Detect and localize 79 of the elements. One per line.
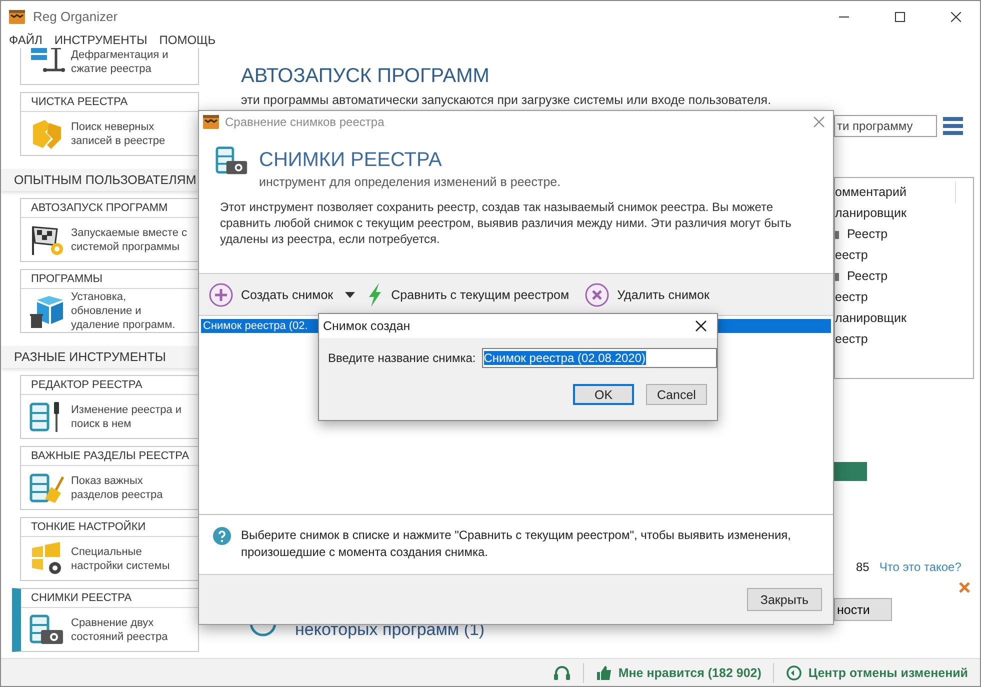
field-label: Введите название снимка: xyxy=(328,351,476,365)
dialog-subheading: инструмент для определения изменений в реестре. xyxy=(259,175,561,189)
card-description: Изменение реестра и поиск в нем xyxy=(71,402,183,430)
card-title: ЧИСТКА РЕЕСТРА xyxy=(31,96,128,108)
sidebar-card[interactable]: АВТОЗАПУСК ПРОГРАММ Запускаемые вместе с системой программы xyxy=(20,198,199,262)
delete-icon xyxy=(585,282,610,306)
details-button[interactable]: ности xyxy=(834,598,892,621)
card-title: ВАЖНЫЕ РАЗДЕЛЫ РЕЕСТРА xyxy=(31,450,190,462)
sidebar-card[interactable]: ПРОГРАММЫ Установка, обновление и удаление программ. xyxy=(20,269,199,333)
help-icon xyxy=(213,527,231,545)
close-icon[interactable] xyxy=(951,12,961,22)
list-item[interactable]: Реестр xyxy=(847,269,888,283)
toolbar-button[interactable]: Создать снимок xyxy=(205,282,338,306)
card-description: Специальные настройки системы xyxy=(71,544,171,572)
card-description: Установка, обновление и удаление программ. xyxy=(71,290,176,332)
dialog-button[interactable]: OK xyxy=(573,384,634,405)
sidebar-card[interactable]: РЕДАКТОР РЕЕСТРА Изменение реестра и поиск в нем xyxy=(20,375,199,439)
list-item[interactable]: еестр xyxy=(835,332,868,346)
card-description: Запускаемые вместе с системой программы xyxy=(71,226,188,254)
value-text: 85 xyxy=(856,560,870,574)
undo-icon xyxy=(786,664,802,680)
help-link[interactable]: Что это такое? xyxy=(879,560,962,574)
card-description: Показ важных разделов реестра xyxy=(71,474,164,502)
dialog-heading: СНИМКИ РЕЕСТРА xyxy=(259,149,443,172)
dialog-title: Сравнение снимков реестра xyxy=(225,115,384,129)
hint-text: Выберите снимок в списке и нажмите "Сравнить с текущим реестром", чтобы выявить изменения, произошедшие с момента создания снимка. xyxy=(241,527,791,561)
sidebar-card[interactable]: ВАЖНЫЕ РАЗДЕЛЫ РЕЕСТРА Показ важных разделов реестра xyxy=(20,446,199,510)
list-item[interactable]: Реестр xyxy=(847,227,888,241)
sidebar-card[interactable]: ТОНКИЕ НАСТРОЙКИ Специальные настройки системы xyxy=(20,517,199,581)
window-title: Reg Organizer xyxy=(33,9,118,24)
headset-icon[interactable] xyxy=(553,664,572,680)
section-header[interactable]: ОПЫТНЫМ ПОЛЬЗОВАТЕЛЯМ xyxy=(1,169,199,191)
list-item[interactable]: ланировщик xyxy=(835,206,906,220)
page-title: АВТОЗАПУСК ПРОГРАММ xyxy=(241,65,490,88)
card-description: Поиск неверных записей в реестре xyxy=(71,120,166,148)
menu-item[interactable]: ПОМОЩЬ xyxy=(159,33,216,47)
package-icon xyxy=(29,294,65,328)
meter-bar xyxy=(834,462,867,481)
add-icon xyxy=(209,282,233,306)
menu-item[interactable]: ФАЙЛ xyxy=(9,33,42,47)
sidebar-card[interactable]: Дефрагментация и сжатие реестра xyxy=(20,48,199,85)
card-title: РЕДАКТОР РЕЕСТРА xyxy=(31,379,142,391)
card-title: АВТОЗАПУСК ПРОГРАММ xyxy=(31,202,168,214)
card-title: ТОНКИЕ НАСТРОЙКИ xyxy=(31,521,146,533)
card-title: СНИМКИ РЕЕСТРА xyxy=(31,592,132,604)
lightning-icon xyxy=(367,282,384,306)
dialog-title: Снимок создан xyxy=(323,319,410,333)
dialog-description: Этот инструмент позволяет сохранить реестр, создав так называемый снимок реестра. Вы можете сравнить любой снимок с текущим реестром, выявив различия между ними. Эти различия могут быть удалены из реестра, если потребуется. xyxy=(220,200,792,246)
page-subtitle: эти программы автоматически запускаются при загрузке системы или входе пользователя. xyxy=(241,93,772,107)
column-header[interactable]: омментарий xyxy=(835,182,956,203)
name-field[interactable]: Снимок реестра (02.08.2020) xyxy=(482,348,717,368)
cabinet-camera-icon xyxy=(215,145,249,177)
dialog-app-icon xyxy=(203,115,219,129)
list-item[interactable]: еестр xyxy=(835,290,868,304)
cabinet-camera-icon xyxy=(29,612,65,646)
section-header[interactable]: РАЗНЫЕ ИНСТРУМЕНТЫ xyxy=(1,346,199,368)
caret-icon[interactable] xyxy=(345,292,356,298)
list-item[interactable]: ланировщик xyxy=(835,311,906,325)
menu-item[interactable]: ИНСТРУМЕНТЫ xyxy=(54,33,148,47)
card-title: ПРОГРАММЫ xyxy=(31,273,103,285)
list-item[interactable]: еестр xyxy=(835,248,868,262)
maximize-icon[interactable] xyxy=(895,12,905,22)
item-icon xyxy=(835,230,839,239)
thumbs-up-icon xyxy=(596,664,612,680)
item-icon xyxy=(835,272,839,281)
dialog-button[interactable]: Cancel xyxy=(646,384,707,405)
app-icon xyxy=(9,10,25,24)
like-link[interactable]: Мне нравится (182 902) xyxy=(618,666,762,680)
search-field[interactable]: ти программу xyxy=(834,115,937,137)
sidebar-card[interactable]: СНИМКИ РЕЕСТРА Сравнение двух состояний реестра xyxy=(12,588,199,652)
toolbar-button[interactable]: Удалить снимок xyxy=(581,282,714,306)
close-dialog-button[interactable]: Закрыть xyxy=(747,588,822,611)
undo-center-link[interactable]: Центр отмены изменений xyxy=(808,666,968,680)
card-description: Сравнение двух состояний реестра xyxy=(71,616,169,644)
sidebar-card[interactable]: ЧИСТКА РЕЕСТРА Поиск неверных записей в реестре xyxy=(20,92,199,156)
menu-icon[interactable] xyxy=(943,117,963,135)
card-description: Дефрагментация и сжатие реестра xyxy=(71,48,170,76)
close-icon[interactable] xyxy=(695,320,707,332)
toolbar-button[interactable]: Сравнить с текущим реестром xyxy=(363,282,574,306)
